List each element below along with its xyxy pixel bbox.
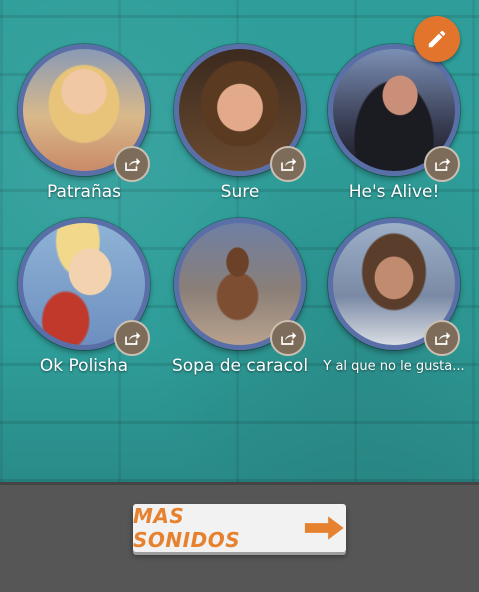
share-icon xyxy=(281,158,297,171)
sound-label: Y al que no le gusta... xyxy=(323,359,465,374)
share-button[interactable] xyxy=(424,320,460,356)
sound-label: Patrañas xyxy=(46,182,122,202)
sound-label: Sure xyxy=(220,182,260,202)
sound-tile[interactable]: Ok Polisha xyxy=(6,218,162,388)
share-button[interactable] xyxy=(114,146,150,182)
share-button[interactable] xyxy=(270,320,306,356)
sound-tile[interactable]: Sopa de caracol xyxy=(162,218,318,388)
share-icon xyxy=(435,332,451,345)
more-sounds-button[interactable]: MAS SONIDOS xyxy=(133,504,346,552)
share-button[interactable] xyxy=(270,146,306,182)
share-icon xyxy=(125,158,141,171)
sound-tile[interactable]: He's Alive! xyxy=(316,44,472,214)
sound-tile[interactable]: Y al que no le gusta... xyxy=(316,218,472,388)
sound-tile[interactable]: Sure xyxy=(162,44,318,214)
share-icon xyxy=(125,332,141,345)
arrow-right-icon xyxy=(305,516,345,540)
share-icon xyxy=(435,158,451,171)
sound-label: Sopa de caracol xyxy=(171,356,309,376)
sound-label: He's Alive! xyxy=(348,182,440,202)
sound-label: Ok Polisha xyxy=(39,356,129,376)
pencil-icon xyxy=(428,30,446,48)
share-button[interactable] xyxy=(424,146,460,182)
share-button[interactable] xyxy=(114,320,150,356)
more-sounds-label: MAS SONIDOS xyxy=(133,504,241,552)
share-icon xyxy=(281,332,297,345)
edit-button[interactable] xyxy=(414,16,460,62)
sound-tile[interactable]: Patrañas xyxy=(6,44,162,214)
